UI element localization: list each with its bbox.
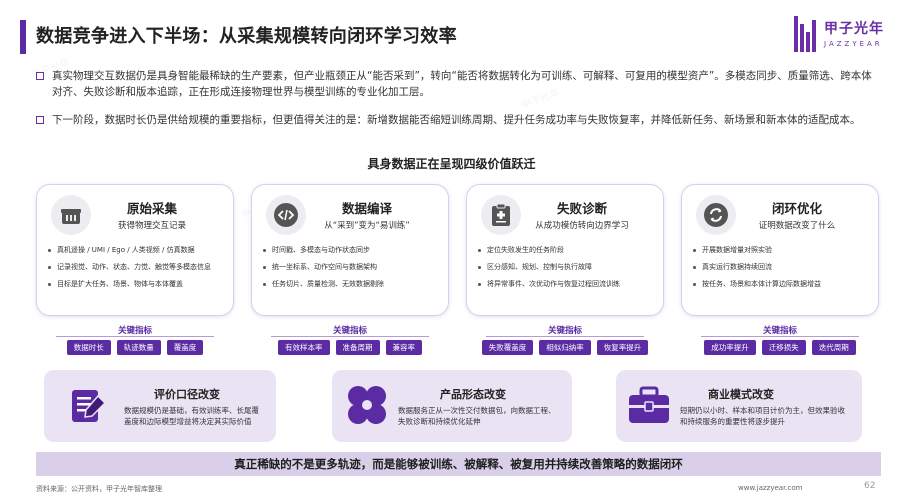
kpi-tags: 数据时长 轨迹数量 覆盖度 <box>36 340 234 355</box>
stage-subtitle: 从“采到”变为“易训练” <box>324 221 410 231</box>
kpi-tags: 有效样本率 准备周期 兼容率 <box>251 340 449 355</box>
intro-bullet: 下一阶段，数据时长仍是供给规模的重要指标，但更值得关注的是：新增数据能否缩短训练… <box>36 112 881 128</box>
kpi-tag: 迁移损失 <box>761 340 806 355</box>
stage-card: 原始采集 获得物理交互记录 真机遥操 / UMI / Ego / 人类视频 / … <box>36 184 234 316</box>
pencil-paper-icon <box>64 380 114 430</box>
stage-title: 数据编译 <box>341 201 392 216</box>
stage-list-item: 任务切片、质量检测、无效数据剔除 <box>262 279 440 290</box>
kpi-label: 关键指标 <box>547 326 582 336</box>
stage-list-item: 统一坐标系、动作空间与数据架构 <box>262 262 440 273</box>
brand-logo: 甲子光年 JAZZYEAR <box>794 14 894 60</box>
stage-list-item: 目标是扩大任务、场景、物体与本体覆盖 <box>47 279 225 290</box>
change-card: 产品形态改变 数据服务正从一次性交付数据包，向数据工程、失败诊断和持续优化延伸 <box>332 370 572 442</box>
kpi-tag: 覆盖度 <box>166 340 204 355</box>
bullet-square-icon <box>36 72 44 80</box>
stage-list-item: 记录视觉、动作、状态、力觉、触觉等多模态信息 <box>47 262 225 273</box>
kpi-tag: 兼容率 <box>385 340 422 355</box>
change-title: 商业模式改变 <box>708 388 774 401</box>
stage-subtitle: 从成功模仿转向边界学习 <box>535 221 629 231</box>
stage-list-item: 按任务、场景和本体计算边际数据增益 <box>692 279 870 290</box>
intro-bullet-text: 真实物理交互数据仍是具身智能最稀缺的生产要素，但产业瓶颈正从“能否采到”，转向“… <box>52 70 872 98</box>
source-note: 资料来源：公开资料，甲子光年智库整理 <box>36 485 162 493</box>
stage-card: 闭环优化 证明数据改变了什么 开展数据增量对照实验 真实运行数据持续回流 按任务… <box>681 184 879 316</box>
briefcase-icon <box>624 380 674 430</box>
change-card: 评价口径改变 数据规模仍是基础，有效训练率、长尾覆盖度和边际模型增益将决定其实际… <box>44 370 276 442</box>
footer-url: www.jazzyear.com <box>738 484 803 492</box>
kpi-tag: 失败覆盖度 <box>481 340 534 355</box>
four-petal-icon <box>342 380 392 430</box>
logo-subtext: JAZZYEAR <box>824 40 883 48</box>
change-title: 评价口径改变 <box>154 388 220 401</box>
stage-list-item: 区分感知、规划、控制与执行故障 <box>477 262 655 273</box>
intro-bullet-text: 下一阶段，数据时长仍是供给规模的重要指标，但更值得关注的是：新增数据能否缩短训练… <box>52 114 861 126</box>
change-card: 商业模式改变 短期仍以小时、样本和项目计价为主，但效果验收和持续服务的重要性将逐… <box>616 370 862 442</box>
kpi-divider <box>701 336 859 337</box>
stage-list: 开展数据增量对照实验 真实运行数据持续回流 按任务、场景和本体计算边际数据增益 <box>692 245 870 296</box>
kpi-tags: 成功率提升 迁移损失 迭代周期 <box>681 340 879 355</box>
change-desc: 数据服务正从一次性交付数据包，向数据工程、失败诊断和持续优化延伸 <box>398 406 556 426</box>
intro-bullet: 真实物理交互数据仍是具身智能最稀缺的生产要素，但产业瓶颈正从“能否采到”，转向“… <box>36 68 881 100</box>
stage-title: 失败诊断 <box>556 201 607 216</box>
kpi-label: 关键指标 <box>117 326 152 336</box>
stage-card: 数据编译 从“采到”变为“易训练” 时间戳、多模态与动作状态同步 统一坐标系、动… <box>251 184 449 316</box>
stage-title: 原始采集 <box>126 201 177 216</box>
logo-bars-icon <box>794 16 816 52</box>
change-desc: 短期仍以小时、样本和项目计价为主，但效果验收和持续服务的重要性将逐步提升 <box>680 406 845 426</box>
page-title: 数据竞争进入下半场：从采集规模转向闭环学习效率 <box>36 26 457 47</box>
kpi-tag: 成功率提升 <box>704 340 756 355</box>
change-desc: 数据规模仍是基础，有效训练率、长尾覆盖度和边际模型增益将决定其实际价值 <box>124 406 259 426</box>
kpi-divider <box>271 336 429 337</box>
kpi-tag: 准备周期 <box>335 340 380 355</box>
logo-text: 甲子光年 <box>824 21 884 37</box>
kpi-tags: 失败覆盖度 相似归纳率 恢复率提升 <box>466 340 664 355</box>
stage-list: 定位失败发生的任务阶段 区分感知、规划、控制与执行故障 将异常事件、次优动作与恢… <box>477 245 655 296</box>
stage-list-item: 开展数据增量对照实验 <box>692 245 870 256</box>
section-title: 具身数据正在呈现四级价值跃迁 <box>367 157 536 171</box>
stage-list: 真机遥操 / UMI / Ego / 人类视频 / 仿真数据 记录视觉、动作、状… <box>47 245 225 296</box>
stage-list-item: 将异常事件、次优动作与恢复过程回流训练 <box>477 279 655 290</box>
kpi-tag: 轨迹数量 <box>116 340 161 355</box>
kpi-label: 关键指标 <box>332 326 367 336</box>
kpi-tag: 有效样本率 <box>278 340 330 355</box>
stage-list: 时间戳、多模态与动作状态同步 统一坐标系、动作空间与数据架构 任务切片、质量检测… <box>262 245 440 296</box>
kpi-tag: 相似归纳率 <box>539 340 591 355</box>
kpi-tag: 迭代周期 <box>811 340 856 355</box>
stage-subtitle: 获得物理交互记录 <box>117 221 186 231</box>
kpi-tag: 数据时长 <box>66 340 111 355</box>
stage-list-item: 定位失败发生的任务阶段 <box>477 245 655 256</box>
stage-subtitle: 证明数据改变了什么 <box>758 221 836 231</box>
stage-title: 闭环优化 <box>771 201 822 216</box>
bullet-square-icon <box>36 116 44 124</box>
kpi-divider <box>56 336 214 337</box>
change-title: 产品形态改变 <box>440 388 506 401</box>
stage-card: 失败诊断 从成功模仿转向边界学习 定位失败发生的任务阶段 区分感知、规划、控制与… <box>466 184 664 316</box>
kpi-label: 关键指标 <box>762 326 797 336</box>
page-number: 62 <box>864 481 876 491</box>
stage-list-item: 时间戳、多模态与动作状态同步 <box>262 245 440 256</box>
stage-list-item: 真机遥操 / UMI / Ego / 人类视频 / 仿真数据 <box>47 245 225 256</box>
conclusion-banner: 真正稀缺的不是更多轨迹，而是能够被训练、被解释、被复用并持续改善策略的数据闭环 <box>36 452 881 476</box>
kpi-divider <box>486 336 644 337</box>
stage-list-item: 真实运行数据持续回流 <box>692 262 870 273</box>
title-accent-bar <box>20 20 26 54</box>
kpi-tag: 恢复率提升 <box>596 340 649 355</box>
